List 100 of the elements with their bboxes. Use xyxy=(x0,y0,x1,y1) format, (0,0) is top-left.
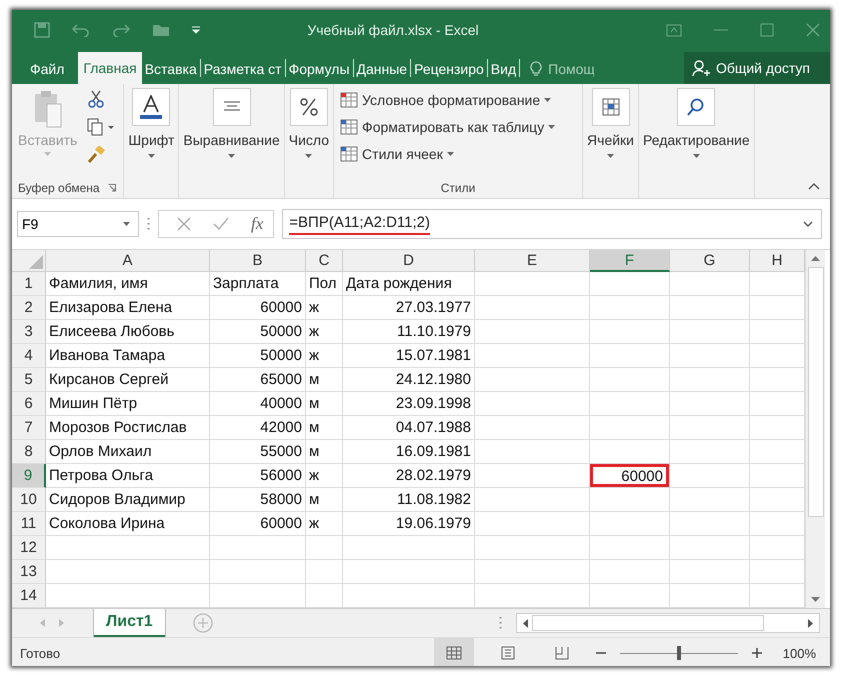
ribbon-tab[interactable]: Вставка xyxy=(142,54,200,84)
maximize-icon[interactable] xyxy=(760,23,774,37)
table-cell: Пол xyxy=(306,272,343,296)
table-cell: Дата рождения xyxy=(343,272,475,296)
ribbon-button[interactable]: Редактирование xyxy=(641,88,752,174)
ribbon-button[interactable]: Число xyxy=(286,88,332,174)
table-cell: ж xyxy=(306,512,343,536)
close-icon[interactable] xyxy=(806,23,820,37)
undo-icon[interactable] xyxy=(72,23,90,37)
row-header[interactable]: 9 xyxy=(12,464,46,488)
column-header[interactable]: H xyxy=(750,250,805,272)
sheet-prev-icon[interactable] xyxy=(40,619,45,627)
save-icon[interactable] xyxy=(34,22,50,38)
cancel-icon[interactable] xyxy=(177,217,191,231)
horizontal-scrollbar[interactable] xyxy=(516,613,820,633)
ribbon-display-icon[interactable] xyxy=(666,24,682,36)
ribbon-tab[interactable]: Формулы xyxy=(286,54,352,84)
scroll-left-icon[interactable] xyxy=(523,618,528,628)
caret-icon xyxy=(607,154,614,158)
table-cell: 24.12.1980 xyxy=(343,368,475,392)
sheet-next-icon[interactable] xyxy=(59,619,64,627)
folder-icon[interactable] xyxy=(152,23,170,37)
corner-triangle-icon xyxy=(29,255,43,269)
ribbon-tab[interactable]: Главная xyxy=(78,52,142,84)
styles-menu-button[interactable]: Форматировать как таблицу xyxy=(340,115,580,139)
zoom-in-icon[interactable] xyxy=(752,648,762,658)
scroll-thumb[interactable] xyxy=(808,267,824,517)
column-header[interactable]: D xyxy=(343,250,475,272)
customize-caret-icon[interactable] xyxy=(192,26,200,34)
format-painter-icon[interactable] xyxy=(87,146,106,164)
row-header[interactable]: 5 xyxy=(12,368,46,392)
row-header[interactable]: 12 xyxy=(12,536,46,560)
table-cell: м xyxy=(306,440,343,464)
column-header[interactable]: C xyxy=(306,250,343,272)
formula-text: =ВПР(A11;A2:D11;2) xyxy=(289,214,430,234)
ribbon-tab[interactable]: Вид xyxy=(488,54,520,84)
drag-handle-icon[interactable] xyxy=(147,217,150,231)
row-header[interactable]: 6 xyxy=(12,392,46,416)
table-cell: м xyxy=(306,368,343,392)
font-color-icon xyxy=(140,95,162,119)
row-header[interactable]: 11 xyxy=(12,512,46,536)
row-header[interactable]: 8 xyxy=(12,440,46,464)
selected-cell[interactable]: 60000 xyxy=(590,464,669,487)
scroll-right-icon[interactable] xyxy=(808,618,813,628)
row-header[interactable]: 3 xyxy=(12,320,46,344)
table-cell: 15.07.1981 xyxy=(343,344,475,368)
dialog-launcher-icon[interactable] xyxy=(108,184,116,192)
scissors-icon[interactable] xyxy=(87,90,106,108)
formula-field[interactable]: =ВПР(A11;A2:D11;2) xyxy=(282,209,822,239)
ribbon-tab[interactable]: Рецензиро xyxy=(411,54,487,84)
scroll-thumb[interactable] xyxy=(532,615,764,631)
zoom-level[interactable]: 100% xyxy=(776,646,816,660)
column-header[interactable]: F xyxy=(590,250,670,272)
scroll-down-icon[interactable] xyxy=(811,597,820,602)
insert-function-button[interactable]: fx xyxy=(251,214,264,234)
redo-icon[interactable] xyxy=(112,23,130,37)
percent-icon xyxy=(300,98,318,116)
select-all-corner[interactable] xyxy=(12,250,46,272)
row-header[interactable]: 2 xyxy=(12,296,46,320)
caret-icon xyxy=(148,154,155,158)
ribbon-button[interactable]: Выравнивание xyxy=(181,88,282,174)
ribbon-tab[interactable]: Данные xyxy=(354,54,410,84)
caret-icon xyxy=(544,98,552,102)
zoom-slider[interactable] xyxy=(677,646,681,660)
checkmark-icon[interactable] xyxy=(213,217,229,231)
split-handle-icon[interactable] xyxy=(499,616,502,630)
styles-menu-button[interactable]: Условное форматирование xyxy=(340,88,580,112)
name-box[interactable]: F9 xyxy=(17,211,139,237)
column-header[interactable]: G xyxy=(670,250,750,272)
row-header[interactable]: 13 xyxy=(12,560,46,584)
ribbon-button[interactable]: Ячейки xyxy=(585,88,636,174)
ribbon-button[interactable]: Шрифт xyxy=(126,88,176,174)
styles-menu-button[interactable]: Стили ячеек xyxy=(340,142,580,166)
column-header[interactable]: B xyxy=(210,250,306,272)
collapse-ribbon-icon[interactable] xyxy=(808,183,820,190)
caret-icon xyxy=(123,222,130,226)
table-cell: 16.09.1981 xyxy=(343,440,475,464)
scroll-up-icon[interactable] xyxy=(811,256,820,261)
add-sheet-icon[interactable] xyxy=(192,613,213,633)
column-header[interactable]: E xyxy=(475,250,590,272)
table-cell: ж xyxy=(306,296,343,320)
table-cell: ж xyxy=(306,464,343,488)
table-cell: 60000 xyxy=(210,512,306,536)
row-header[interactable]: 7 xyxy=(12,416,46,440)
row-header[interactable]: 1 xyxy=(12,272,46,296)
expand-caret-icon[interactable] xyxy=(803,221,813,227)
share-button[interactable]: Общий доступ xyxy=(684,52,830,84)
ribbon-tab[interactable]: Разметка ст xyxy=(200,54,285,84)
normal-view-button[interactable] xyxy=(434,638,474,666)
caret-icon xyxy=(692,154,700,158)
grid-icon xyxy=(446,646,462,660)
vertical-scrollbar[interactable] xyxy=(805,250,825,608)
table-format-icon xyxy=(340,146,358,162)
sheet-tab[interactable]: Лист1 xyxy=(94,608,165,636)
row-header[interactable]: 4 xyxy=(12,344,46,368)
copy-icon[interactable] xyxy=(87,118,116,136)
row-header[interactable]: 10 xyxy=(12,488,46,512)
ribbon-tab[interactable]: Файл xyxy=(16,54,78,84)
column-header[interactable]: A xyxy=(46,250,210,272)
row-header[interactable]: 14 xyxy=(12,584,46,608)
